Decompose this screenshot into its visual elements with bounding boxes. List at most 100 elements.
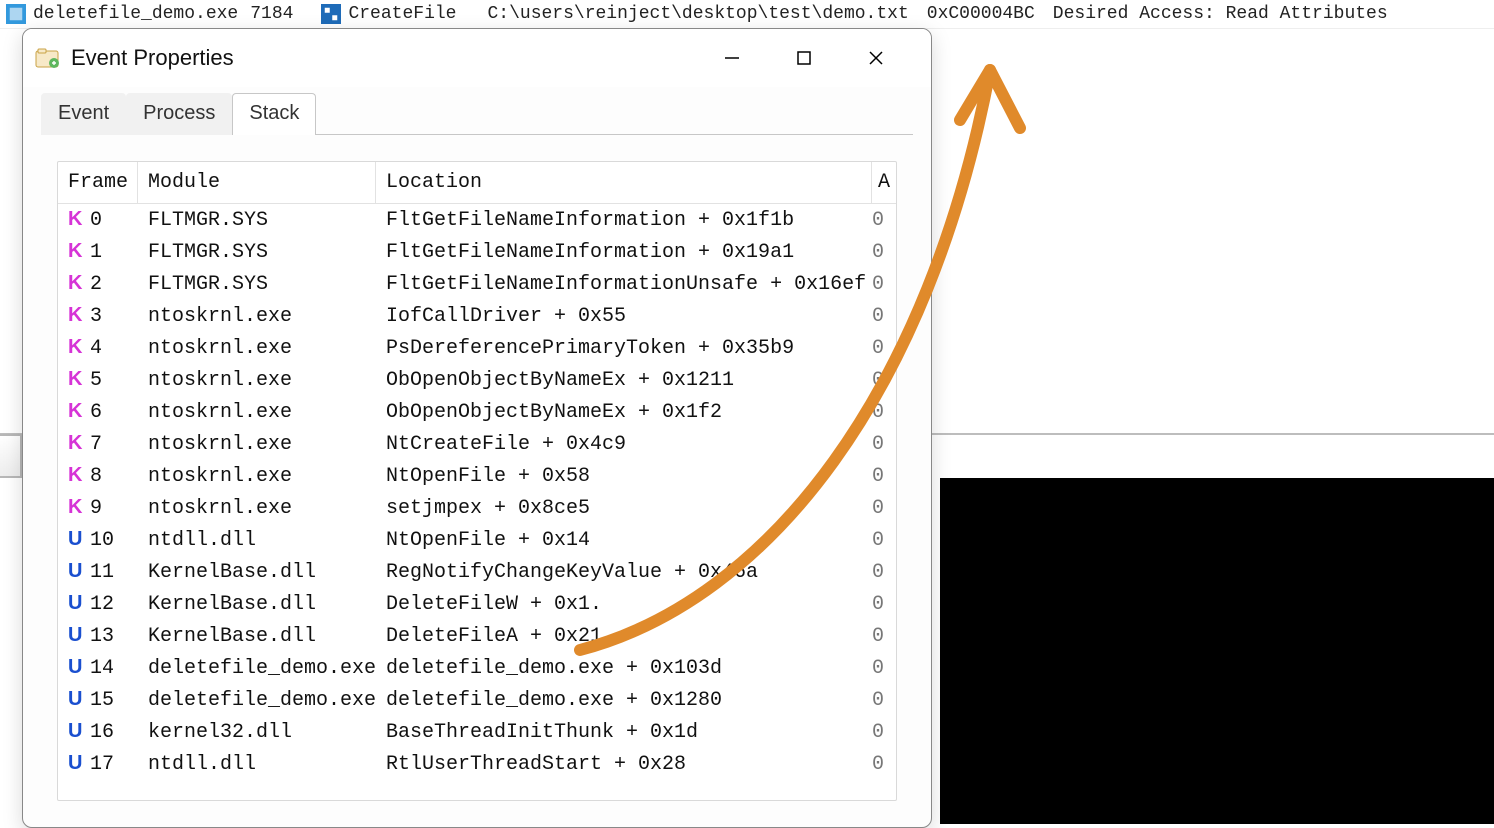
- stack-a: 0: [872, 209, 896, 232]
- mode-badge: K: [68, 368, 86, 391]
- stack-row[interactable]: K5 ntoskrnl.exeObOpenObjectByNameEx + 0x1…: [58, 364, 896, 396]
- frame-index: 13: [90, 625, 114, 648]
- procmon-detail: Desired Access: Read Attributes: [1050, 4, 1391, 24]
- stack-location: DeleteFileW + 0x1.: [376, 593, 872, 616]
- close-button[interactable]: [855, 39, 897, 77]
- mode-badge: K: [68, 432, 86, 455]
- stack-a: 0: [872, 721, 896, 744]
- stack-module: kernel32.dll: [138, 721, 376, 744]
- stack-a: 0: [872, 337, 896, 360]
- frame-index: 2: [90, 273, 102, 296]
- stack-location: FltGetFileNameInformation + 0x19a1: [376, 241, 872, 264]
- stack-a: 0: [872, 657, 896, 680]
- maximize-button[interactable]: [783, 39, 825, 77]
- minimize-button[interactable]: [711, 39, 753, 77]
- stack-module: ntdll.dll: [138, 753, 376, 776]
- mode-badge: K: [68, 464, 86, 487]
- procmon-path: C:\users\reinject\desktop\test\demo.txt: [484, 4, 911, 24]
- stack-module: ntoskrnl.exe: [138, 433, 376, 456]
- stack-location: deletefile_demo.exe + 0x103d: [376, 657, 872, 680]
- stack-row[interactable]: U17ntdll.dllRtlUserThreadStart + 0x280: [58, 748, 896, 780]
- stack-location: DeleteFileA + 0x21: [376, 625, 872, 648]
- stack-module: ntoskrnl.exe: [138, 465, 376, 488]
- tabs: Event Process Stack: [23, 87, 931, 135]
- stack-a: 0: [872, 369, 896, 392]
- mode-badge: K: [68, 336, 86, 359]
- stack-row[interactable]: U11KernelBase.dllRegNotifyChangeKeyValue…: [58, 556, 896, 588]
- procmon-result: 0xC00004BC: [924, 4, 1038, 24]
- frame-index: 5: [90, 369, 102, 392]
- mode-badge: U: [68, 624, 86, 647]
- frame-index: 3: [90, 305, 102, 328]
- frame-index: 16: [90, 721, 114, 744]
- tab-stack[interactable]: Stack: [232, 93, 316, 135]
- procmon-process: deletefile_demo.exe: [30, 4, 241, 24]
- mode-badge: U: [68, 720, 86, 743]
- mode-badge: K: [68, 304, 86, 327]
- stack-module: ntoskrnl.exe: [138, 369, 376, 392]
- mode-badge: K: [68, 208, 86, 231]
- procmon-row[interactable]: deletefile_demo.exe 7184 CreateFile C:\u…: [0, 0, 1494, 29]
- stack-a: 0: [872, 593, 896, 616]
- frame-index: 14: [90, 657, 114, 680]
- mode-badge: U: [68, 752, 86, 775]
- stack-row[interactable]: U10ntdll.dllNtOpenFile + 0x140: [58, 524, 896, 556]
- stack-module: deletefile_demo.exe: [138, 689, 376, 712]
- stack-headers[interactable]: Frame Module Location A: [58, 162, 896, 204]
- frame-index: 17: [90, 753, 114, 776]
- stack-module: KernelBase.dll: [138, 625, 376, 648]
- stack-location: RegNotifyChangeKeyValue + 0x46a: [376, 561, 872, 584]
- console-panel: [940, 478, 1494, 824]
- stack-a: 0: [872, 241, 896, 264]
- stack-module: FLTMGR.SYS: [138, 241, 376, 264]
- stack-row[interactable]: K4ntoskrnl.exePsDereferencePrimaryToken …: [58, 332, 896, 364]
- stack-row[interactable]: U16kernel32.dllBaseThreadInitThunk + 0x1…: [58, 716, 896, 748]
- stack-location: IofCallDriver + 0x55: [376, 305, 872, 328]
- mode-badge: U: [68, 656, 86, 679]
- stack-location: FltGetFileNameInformation + 0x1f1b: [376, 209, 872, 232]
- frame-index: 6: [90, 401, 102, 424]
- frame-index: 11: [90, 561, 114, 584]
- frame-index: 9: [90, 497, 102, 520]
- frame-index: 8: [90, 465, 102, 488]
- stack-a: 0: [872, 497, 896, 520]
- stack-module: ntoskrnl.exe: [138, 337, 376, 360]
- stack-a: 0: [872, 561, 896, 584]
- stack-location: ObOpenObjectByNameEx + 0x1211: [376, 369, 872, 392]
- stack-row[interactable]: U14deletefile_demo.exedeletefile_demo.ex…: [58, 652, 896, 684]
- stack-location: NtOpenFile + 0x58: [376, 465, 872, 488]
- dialog-icon: [35, 47, 61, 69]
- header-frame[interactable]: Frame: [58, 162, 138, 203]
- header-location[interactable]: Location: [376, 162, 872, 203]
- stack-location: NtCreateFile + 0x4c9: [376, 433, 872, 456]
- tab-process[interactable]: Process: [126, 93, 232, 135]
- tab-event[interactable]: Event: [41, 93, 126, 135]
- stack-a: 0: [872, 753, 896, 776]
- frame-index: 0: [90, 209, 102, 232]
- stack-row[interactable]: K3ntoskrnl.exeIofCallDriver + 0x550: [58, 300, 896, 332]
- stack-a: 0: [872, 433, 896, 456]
- stack-row[interactable]: K9ntoskrnl.exesetjmpex + 0x8ce50: [58, 492, 896, 524]
- header-module[interactable]: Module: [138, 162, 376, 203]
- stack-row[interactable]: U12 KernelBase.dllDeleteFileW + 0x1.0: [58, 588, 896, 620]
- stack-row[interactable]: K7 ntoskrnl.exeNtCreateFile + 0x4c90: [58, 428, 896, 460]
- dialog-titlebar[interactable]: Event Properties: [23, 29, 931, 87]
- frame-index: 15: [90, 689, 114, 712]
- frame-index: 12: [90, 593, 114, 616]
- stack-row[interactable]: K2FLTMGR.SYSFltGetFileNameInformationUns…: [58, 268, 896, 300]
- stack-row[interactable]: K6ntoskrnl.exeObOpenObjectByNameEx + 0x1…: [58, 396, 896, 428]
- header-a[interactable]: A: [872, 162, 896, 203]
- stack-row[interactable]: U13 KernelBase.dllDeleteFileA + 0x210: [58, 620, 896, 652]
- frame-index: 7: [90, 433, 102, 456]
- stack-a: 0: [872, 529, 896, 552]
- stack-module: KernelBase.dll: [138, 593, 376, 616]
- stack-row[interactable]: K8ntoskrnl.exeNtOpenFile + 0x580: [58, 460, 896, 492]
- stack-a: 0: [872, 625, 896, 648]
- mode-badge: U: [68, 688, 86, 711]
- mode-badge: U: [68, 560, 86, 583]
- mode-badge: U: [68, 592, 86, 615]
- stack-row[interactable]: K0FLTMGR.SYSFltGetFileNameInformation + …: [58, 204, 896, 236]
- stack-list[interactable]: Frame Module Location A K0FLTMGR.SYSFltG…: [57, 161, 897, 801]
- stack-row[interactable]: K1FLTMGR.SYSFltGetFileNameInformation + …: [58, 236, 896, 268]
- stack-row[interactable]: U15deletefile_demo.exedeletefile_demo.ex…: [58, 684, 896, 716]
